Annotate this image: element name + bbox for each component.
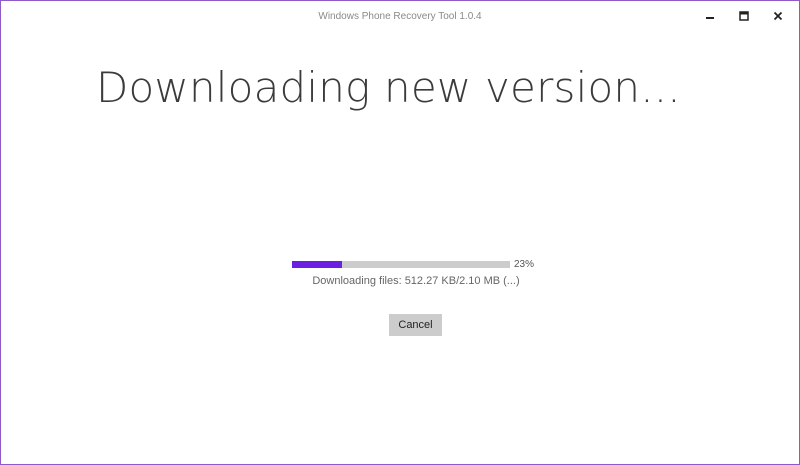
progress-percent: 23%: [514, 259, 535, 270]
cancel-button[interactable]: Cancel: [389, 314, 442, 336]
maximize-icon: [739, 11, 749, 21]
close-icon: [773, 11, 783, 21]
minimize-button[interactable]: [693, 5, 727, 27]
window-title: Windows Phone Recovery Tool 1.0.4: [318, 11, 482, 22]
maximize-button[interactable]: [727, 5, 761, 27]
app-window: Windows Phone Recovery Tool 1.0.4 Downlo…: [0, 0, 800, 465]
close-button[interactable]: [761, 5, 795, 27]
download-status-text: Downloading files: 512.27 KB/2.10 MB (..…: [312, 275, 520, 287]
page-heading: Downloading new version...: [96, 63, 681, 112]
download-progress-bar: [292, 261, 510, 268]
minimize-icon: [706, 17, 714, 19]
window-controls: [693, 5, 795, 27]
download-progress-fill: [292, 261, 343, 268]
title-bar[interactable]: Windows Phone Recovery Tool 1.0.4: [1, 1, 799, 33]
